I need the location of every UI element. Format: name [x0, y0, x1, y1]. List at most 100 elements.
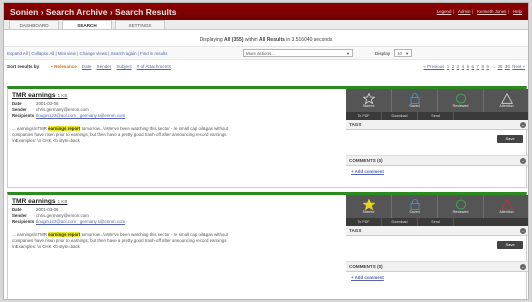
- page-link[interactable]: 8: [481, 64, 483, 69]
- add-comment-link[interactable]: + Add comment: [346, 272, 528, 283]
- starred-button[interactable]: Starred: [346, 89, 392, 112]
- tags-header[interactable]: TAGS –: [346, 226, 528, 236]
- action-bar: Starred Saved Reviewed Attention: [346, 89, 528, 112]
- chevron-down-icon: ▼: [346, 51, 350, 56]
- collapse-icon[interactable]: –: [520, 227, 526, 234]
- page-link[interactable]: 1: [447, 64, 449, 69]
- download-button[interactable]: Download: [382, 218, 418, 226]
- snippet-text: ... earnings\nTMR: [12, 232, 49, 237]
- tags-title: TAGS: [349, 228, 362, 233]
- result-snippet: ... earnings\nTMR earnings report tomorr…: [12, 126, 244, 144]
- page-link[interactable]: 4: [462, 64, 464, 69]
- lock-icon: [410, 199, 419, 210]
- page-link[interactable]: 35: [498, 64, 503, 69]
- sub-actions: To PDF Download Send: [346, 112, 528, 120]
- collapse-icon[interactable]: –: [520, 263, 526, 270]
- tab-settings[interactable]: SETTINGS: [115, 20, 165, 29]
- save-tags-button[interactable]: Save: [497, 241, 523, 249]
- legend-link[interactable]: Legend: [437, 9, 452, 14]
- result-title[interactable]: TMR earnings 1 KB: [12, 198, 344, 205]
- comments-title: COMMENTS (0): [349, 158, 383, 163]
- top-bar: Sonien › Search Archive › Search Results…: [4, 3, 528, 20]
- user-link[interactable]: Kenneth Jones: [477, 9, 506, 14]
- previous-page[interactable]: « Previous: [424, 64, 445, 69]
- tab-search[interactable]: SEARCH: [62, 20, 112, 29]
- saved-button[interactable]: Saved: [392, 89, 438, 112]
- send-button[interactable]: Send: [418, 112, 454, 120]
- comments-header[interactable]: COMMENTS (0) –: [346, 156, 528, 166]
- next-page[interactable]: Next »: [512, 64, 525, 69]
- view-links[interactable]: Expand All | Collapse All | Mini view | …: [7, 51, 243, 56]
- comments-header[interactable]: COMMENTS (0) –: [346, 262, 528, 272]
- sort-row: Sort results by • Relevance Date Sender …: [4, 60, 528, 73]
- result-title[interactable]: TMR earnings 1 KB: [12, 92, 344, 99]
- download-button[interactable]: Download: [382, 112, 418, 120]
- recipients-value[interactable]: tlougin122@aol.com ; germany.s@enron.com: [36, 219, 125, 224]
- result-meta: Date 2001-03-06 Sender chris.germany@enron…: [12, 207, 344, 225]
- add-comment-label: + Add comment: [351, 275, 384, 280]
- sub-actions: To PDF Download Send: [346, 218, 528, 226]
- result-meta: Date 2001-03-06 Sender chris.germany@enron…: [12, 101, 344, 119]
- reviewed-button[interactable]: Reviewed: [438, 195, 484, 218]
- result-side-panel: Starred Saved Reviewed Attention To PDF …: [346, 89, 528, 177]
- admin-link[interactable]: Admin: [458, 9, 470, 14]
- add-comment-label: + Add comment: [351, 169, 384, 174]
- snippet-text: ... earnings\nTMR: [12, 126, 49, 131]
- collapse-icon[interactable]: –: [520, 157, 526, 164]
- circle-icon: [455, 199, 466, 210]
- sort-relevance[interactable]: • Relevance: [51, 64, 77, 69]
- display-label: Display: [375, 50, 391, 56]
- page-link[interactable]: 7: [476, 64, 478, 69]
- circle-icon: [455, 93, 466, 104]
- page-link[interactable]: 2: [452, 64, 454, 69]
- snippet-highlight: earnings report: [48, 232, 81, 237]
- reviewed-button[interactable]: Reviewed: [438, 89, 484, 112]
- attention-button[interactable]: Attention: [484, 89, 528, 112]
- page-link[interactable]: 6: [472, 64, 474, 69]
- warning-icon: [500, 199, 513, 210]
- attention-button[interactable]: Attention: [484, 195, 528, 218]
- help-link[interactable]: Help: [513, 9, 522, 14]
- sort-subject[interactable]: Subject: [116, 64, 131, 69]
- tags-header[interactable]: TAGS –: [346, 120, 528, 130]
- to-pdf-button[interactable]: To PDF: [346, 218, 382, 226]
- action-bar: Starred Saved Reviewed Attention: [346, 195, 528, 218]
- comments-title: COMMENTS (0): [349, 264, 383, 269]
- saved-button[interactable]: Saved: [392, 195, 438, 218]
- chevron-down-icon: ▼: [405, 51, 410, 56]
- header-links: Legend | Admin | Kenneth Jones | Help: [436, 9, 522, 14]
- star-icon: [362, 93, 375, 104]
- page-link[interactable]: 9: [486, 64, 488, 69]
- summary-time: in 3.516040 seconds: [284, 37, 333, 43]
- page-link[interactable]: 3: [457, 64, 459, 69]
- page-link[interactable]: 36: [505, 64, 510, 69]
- results-summary: Displaying All (355) within All Results …: [4, 30, 528, 46]
- tab-dashboard[interactable]: DASHBOARD: [9, 20, 59, 29]
- save-tags-button[interactable]: Save: [497, 135, 523, 143]
- result-snippet: ... earnings\nTMR earnings report tomorr…: [12, 232, 244, 250]
- more-actions-value: More actions...: [246, 51, 275, 56]
- sender-value: chris.germany@enron.com: [36, 213, 89, 218]
- add-comment-link[interactable]: + Add comment: [346, 166, 528, 177]
- sort-label: Sort results by: [7, 64, 40, 69]
- recipients-label: Recipients: [12, 113, 35, 118]
- sort-sender[interactable]: Sender: [97, 64, 112, 69]
- sort-attachments[interactable]: # of Attachments: [137, 64, 171, 69]
- recipients-value[interactable]: tlougin122@aol.com ; germany.s@enron.com: [36, 113, 125, 118]
- result-main: TMR earnings 1 KB Date 2001-03-06 Sender c…: [12, 92, 344, 144]
- summary-text: within: [243, 37, 260, 43]
- collapse-icon[interactable]: –: [520, 121, 526, 128]
- starred-button[interactable]: Starred: [346, 195, 392, 218]
- sender-value: chris.germany@enron.com: [36, 107, 89, 112]
- summary-scope: All Results: [259, 37, 285, 43]
- sort-date[interactable]: Date: [82, 64, 92, 69]
- summary-count: All (355): [224, 37, 244, 43]
- page-link[interactable]: 5: [467, 64, 469, 69]
- send-button[interactable]: Send: [418, 218, 454, 226]
- reviewed-label: Reviewed: [452, 210, 469, 214]
- more-actions-select[interactable]: More actions... ▼: [243, 49, 353, 57]
- snippet-highlight: earnings report: [48, 126, 81, 131]
- display-count-select[interactable]: 10 ▼: [394, 49, 413, 57]
- lock-icon: [410, 93, 419, 104]
- to-pdf-button[interactable]: To PDF: [346, 112, 382, 120]
